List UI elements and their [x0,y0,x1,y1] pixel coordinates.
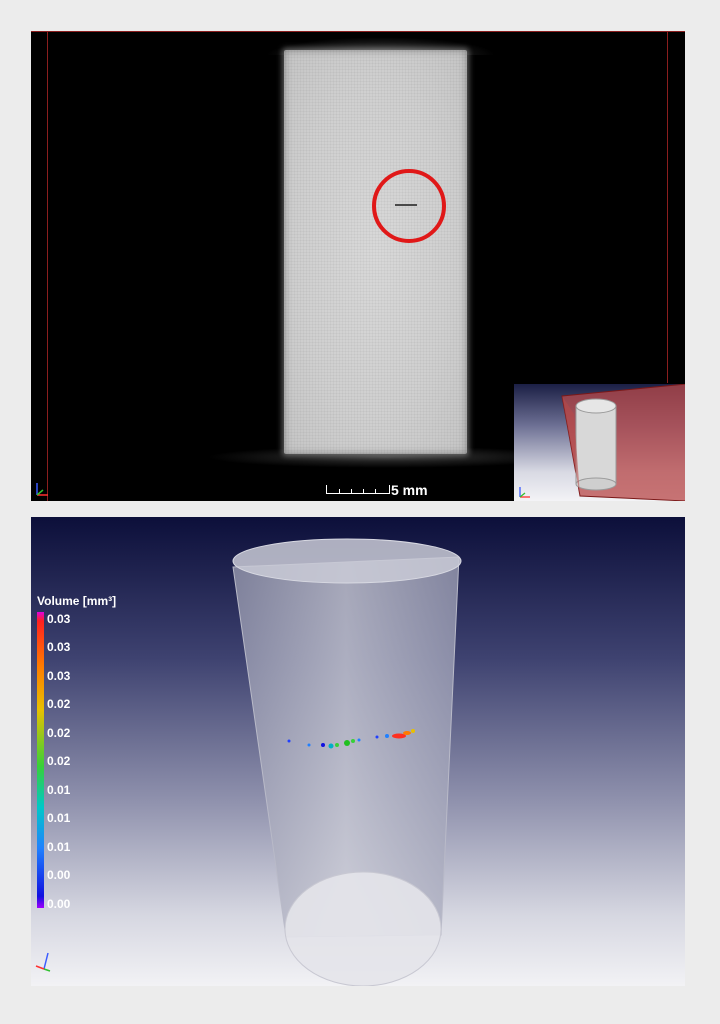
colorbar-tick: 0.02 [47,697,71,711]
axes-triad-icon [519,487,530,498]
colorbar-tick: 0.03 [47,669,71,683]
volume-3d-viewport[interactable]: Volume [mm³] 0.03 0.03 0.03 0.02 0.02 0.… [31,517,685,986]
specimen-cross-section [284,50,467,454]
scale-bar-label: 5 mm [391,482,428,498]
colorbar-tick: 0.03 [47,612,71,626]
colorbar-tick: 0.02 [47,726,71,740]
ct-slice-viewport[interactable]: 5 mm [31,31,685,501]
colorbar-tick: 0.03 [47,640,71,654]
colorbar-tick: 0.01 [47,811,71,825]
axes-triad-icon [35,952,51,972]
axes-triad-icon [36,483,48,496]
colorbar-tick: 0.02 [47,754,71,768]
frame-line-right [667,31,668,383]
clipping-plane-preview [561,384,685,501]
defect-highlight-circle [372,169,446,243]
colorbar-tick: 0.00 [47,897,71,911]
colorbar-tick: 0.01 [47,783,71,797]
frame-line-top [31,31,685,32]
scale-bar [326,485,390,494]
colorbar [37,612,44,908]
inset-3d-preview[interactable] [514,384,685,501]
colorbar-title: Volume [mm³] [37,594,117,608]
frame-line-left [47,31,48,501]
colorbar-tick: 0.00 [47,868,71,882]
colorbar-tick: 0.01 [47,840,71,854]
specimen-3d-cylinder [232,538,462,986]
